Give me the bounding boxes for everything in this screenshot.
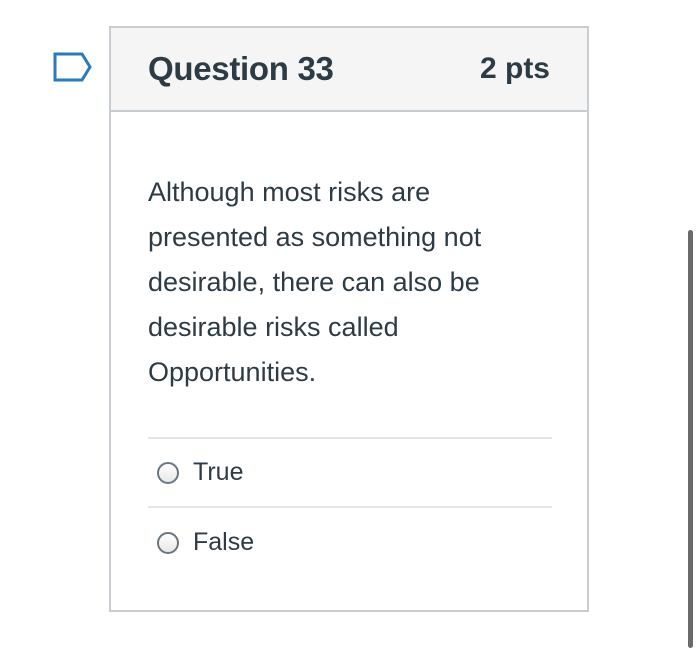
question-header: Question 33 2 pts xyxy=(111,28,587,112)
scrollbar[interactable] xyxy=(688,230,693,648)
answer-list: True False xyxy=(148,437,552,577)
question-body: Although most risks are presented as som… xyxy=(111,112,587,577)
radio-button-icon[interactable] xyxy=(157,531,179,554)
answer-label[interactable]: False xyxy=(193,528,254,557)
question-title: Question 33 xyxy=(148,50,334,87)
question-card: Question 33 2 pts Although most risks ar… xyxy=(109,26,589,612)
radio-button-icon[interactable] xyxy=(157,461,179,484)
answer-label[interactable]: True xyxy=(193,458,243,487)
answer-option-true[interactable]: True xyxy=(148,439,552,508)
answer-option-false[interactable]: False xyxy=(148,508,552,577)
flag-question-icon[interactable] xyxy=(53,52,93,82)
question-text: Although most risks are presented as som… xyxy=(148,177,482,387)
question-points: 2 pts xyxy=(479,52,550,85)
